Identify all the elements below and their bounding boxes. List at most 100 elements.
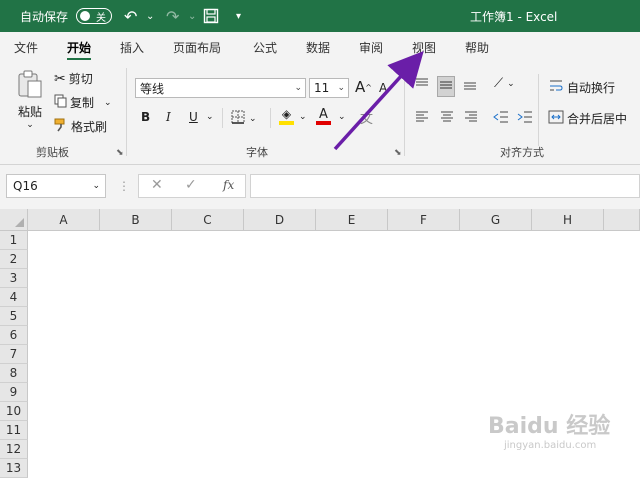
font-name-select[interactable]: 等线 ⌄ — [135, 78, 306, 98]
format-painter-label: 格式刷 — [71, 120, 108, 134]
chevron-down-icon: ⌄ — [249, 113, 257, 124]
clipboard-launcher-icon[interactable]: ⬊ — [116, 148, 124, 158]
phonetic-button[interactable]: 文 — [360, 108, 373, 127]
phonetic-icon: 文 — [360, 112, 374, 127]
divider — [538, 74, 539, 146]
row-header-10[interactable]: 10 — [0, 402, 28, 421]
row-header-11[interactable]: 11 — [0, 421, 28, 440]
customize-quick-access-icon[interactable]: ▾ — [236, 0, 241, 32]
borders-button[interactable]: ⌄ — [231, 110, 257, 127]
merge-center-button[interactable]: 合并后居中 — [548, 110, 627, 127]
paste-button[interactable]: 粘贴 ⌄ — [14, 70, 46, 130]
tab-insert[interactable]: 插入 — [120, 32, 144, 62]
column-header-d[interactable]: D — [244, 209, 316, 231]
row-header-6[interactable]: 6 — [0, 326, 28, 345]
align-bottom-button[interactable] — [462, 76, 478, 95]
underline-button[interactable]: U — [189, 110, 198, 124]
font-launcher-icon[interactable]: ⬊ — [394, 148, 402, 158]
wrap-text-icon — [548, 78, 564, 97]
row-header-5[interactable]: 5 — [0, 307, 28, 326]
italic-icon: I — [166, 110, 171, 124]
formula-bar-grip-icon[interactable]: ⋮ — [118, 179, 130, 193]
formula-bar: Q16 ⌄ ⋮ ✕ ✓ fx — [0, 165, 640, 209]
formula-input[interactable] — [250, 174, 640, 198]
autosave-toggle[interactable]: 关 — [76, 8, 112, 24]
align-middle-button[interactable] — [437, 76, 455, 97]
underline-dropdown-icon[interactable]: ⌄ — [206, 112, 214, 122]
formula-buttons: ✕ ✓ fx — [138, 174, 246, 198]
row-header-3[interactable]: 3 — [0, 269, 28, 288]
decrease-indent-button[interactable] — [493, 110, 509, 127]
paste-dropdown-icon: ⌄ — [26, 120, 34, 130]
column-header-f[interactable]: F — [388, 209, 460, 231]
increase-indent-button[interactable] — [517, 110, 533, 127]
column-header-c[interactable]: C — [172, 209, 244, 231]
name-box[interactable]: Q16 ⌄ — [6, 174, 106, 198]
tab-view[interactable]: 视图 — [412, 32, 436, 62]
alignment-group-label: 对齐方式 — [500, 146, 544, 159]
cancel-icon[interactable]: ✕ — [151, 177, 163, 193]
paste-icon — [16, 70, 44, 103]
column-header-a[interactable]: A — [28, 209, 100, 231]
grow-font-button[interactable]: A ^ — [355, 78, 372, 96]
row-header-1[interactable]: 1 — [0, 231, 28, 250]
font-color-bar — [316, 121, 331, 125]
column-header-e[interactable]: E — [316, 209, 388, 231]
insert-function-icon[interactable]: fx — [223, 178, 234, 192]
row-header-7[interactable]: 7 — [0, 345, 28, 364]
fill-color-button[interactable]: ◈ — [279, 108, 294, 125]
bold-button[interactable]: B — [141, 110, 150, 124]
orientation-button[interactable]: ⟋ ⌄ — [494, 76, 515, 91]
tab-home[interactable]: 开始 — [67, 32, 92, 62]
tab-help[interactable]: 帮助 — [465, 32, 489, 62]
row-header-8[interactable]: 8 — [0, 364, 28, 383]
row-header-12[interactable]: 12 — [0, 440, 28, 459]
copy-dropdown-icon[interactable]: ⌄ — [104, 98, 112, 108]
row-header-13[interactable]: 13 — [0, 459, 28, 478]
tab-review[interactable]: 审阅 — [359, 32, 383, 62]
font-color-button[interactable]: A — [316, 108, 331, 125]
cut-button[interactable]: ✂ 剪切 — [54, 70, 93, 87]
redo-dropdown-icon[interactable]: ⌄ — [188, 0, 196, 32]
font-color-dropdown-icon[interactable]: ⌄ — [338, 112, 346, 122]
column-header-g[interactable]: G — [460, 209, 532, 231]
font-color-icon: A — [319, 107, 328, 122]
align-top-button[interactable] — [414, 76, 430, 95]
align-left-button[interactable] — [414, 110, 430, 127]
save-icon[interactable] — [203, 0, 219, 32]
format-painter-button[interactable]: 格式刷 — [54, 118, 107, 135]
name-box-value: Q16 — [13, 179, 38, 193]
tab-data[interactable]: 数据 — [306, 32, 330, 62]
select-all-button[interactable] — [0, 209, 28, 231]
font-group-label: 字体 — [246, 146, 268, 159]
format-painter-icon — [54, 118, 68, 135]
align-center-button[interactable] — [439, 110, 455, 127]
italic-button[interactable]: I — [166, 110, 171, 124]
title-bar: 自动保存 关 ↶ ⌄ ↷ ⌄ ▾ 工作簿1 - Excel — [0, 0, 640, 32]
highlight-color-bar — [279, 121, 294, 125]
redo-icon[interactable]: ↷ — [166, 0, 179, 32]
tab-formulas[interactable]: 公式 — [253, 32, 277, 62]
autosave-label: 自动保存 — [20, 9, 69, 24]
tab-file[interactable]: 文件 — [14, 32, 38, 62]
chevron-down-icon: ⌄ — [294, 83, 302, 93]
font-size-select[interactable]: 11 ⌄ — [309, 78, 349, 98]
row-header-9[interactable]: 9 — [0, 383, 28, 402]
row-header-2[interactable]: 2 — [0, 250, 28, 269]
column-header-h[interactable]: H — [532, 209, 604, 231]
align-right-button[interactable] — [463, 110, 479, 127]
fill-color-dropdown-icon[interactable]: ⌄ — [299, 112, 307, 122]
autosave-state: 关 — [96, 12, 106, 24]
copy-button[interactable]: 复制 ⌄ — [54, 94, 112, 111]
check-icon[interactable]: ✓ — [185, 177, 197, 193]
column-header-b[interactable]: B — [100, 209, 172, 231]
clipboard-group-label: 剪贴板 — [36, 146, 69, 159]
shrink-font-button[interactable]: A — [379, 81, 387, 95]
wrap-text-button[interactable]: 自动换行 — [548, 78, 615, 97]
merge-center-label: 合并后居中 — [567, 112, 628, 126]
row-header-4[interactable]: 4 — [0, 288, 28, 307]
align-left-icon — [414, 110, 430, 127]
undo-icon[interactable]: ↶ — [124, 0, 137, 32]
tab-page-layout[interactable]: 页面布局 — [173, 32, 221, 62]
undo-dropdown-icon[interactable]: ⌄ — [146, 0, 154, 32]
